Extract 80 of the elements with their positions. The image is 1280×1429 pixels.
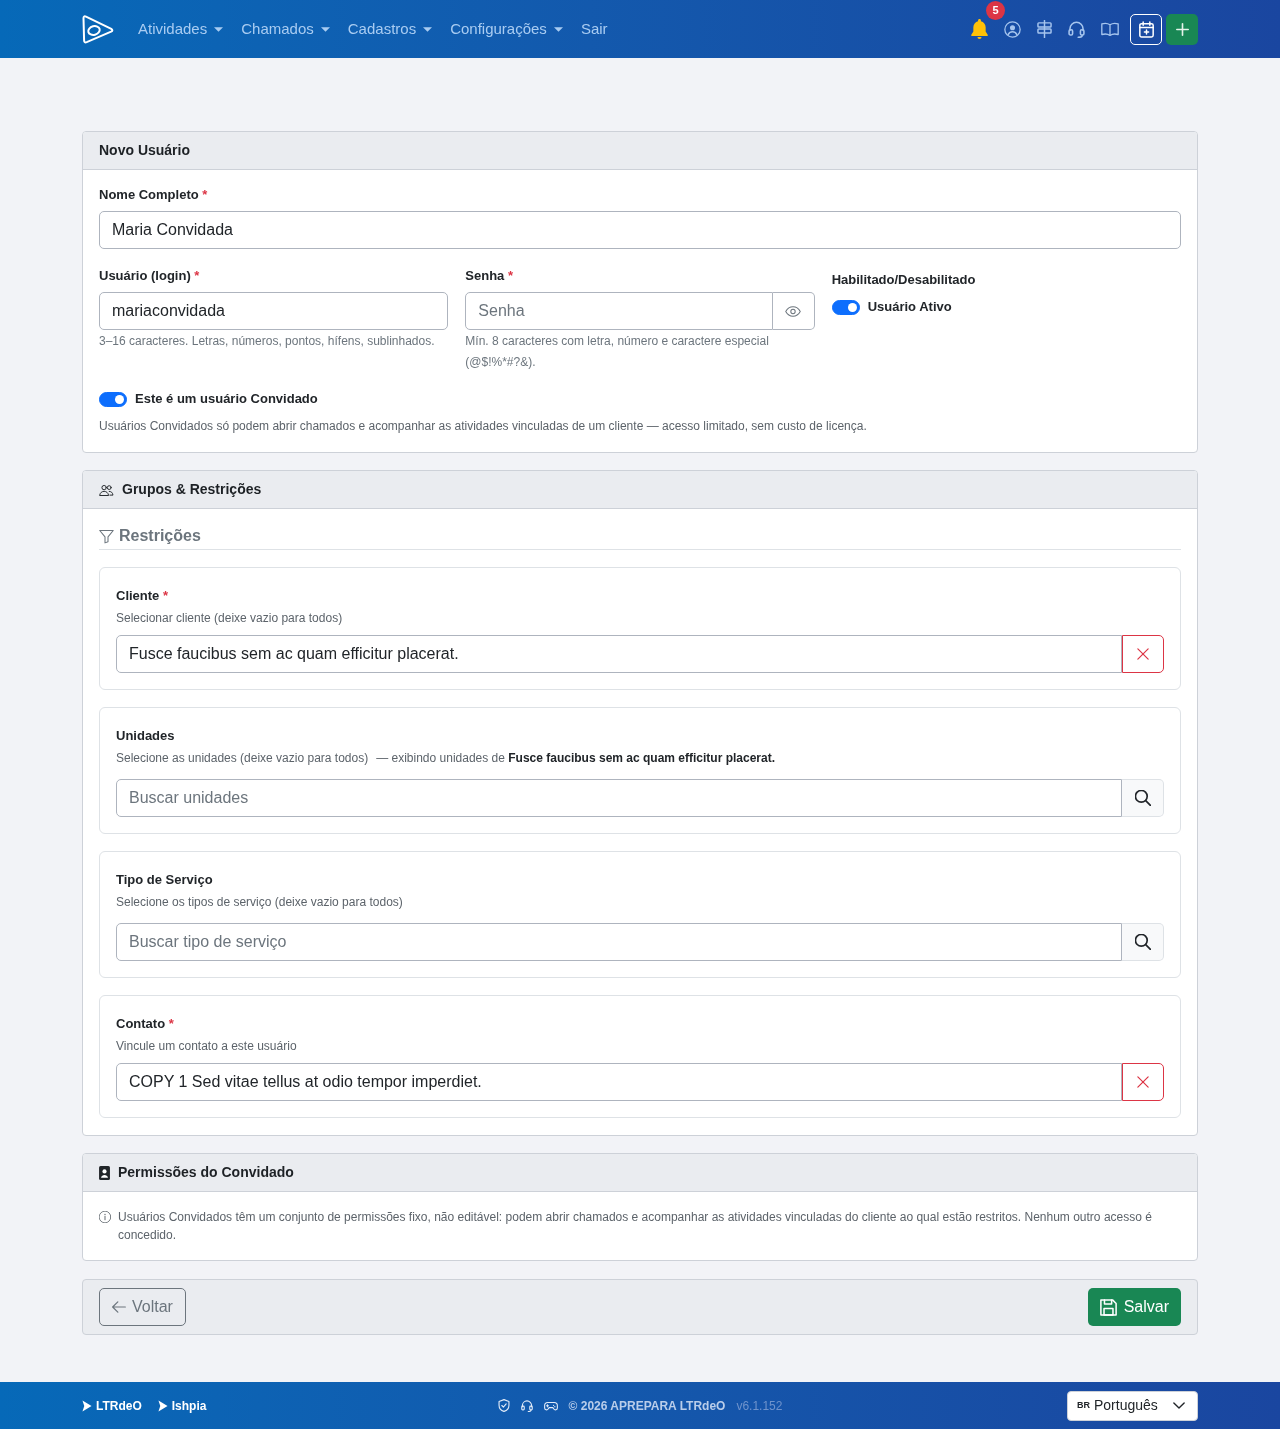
shield-check-icon[interactable] (497, 1399, 510, 1412)
text-field[interactable]: Maria Convidada (99, 211, 1181, 249)
field-hint: Selecionar cliente (deixe vazio para todos) (116, 611, 343, 625)
menu-item[interactable]: Configurações (450, 19, 563, 39)
headset-icon[interactable] (520, 1399, 533, 1412)
toggle-switch[interactable] (99, 391, 127, 407)
field-hint: Selecione as unidades (deixe vazio para todos) (116, 751, 369, 765)
chevron-down-icon (1173, 1402, 1185, 1409)
close-icon (1137, 648, 1149, 660)
text-field[interactable]: mariaconvidada (99, 292, 449, 330)
field-label: Tipo de Serviço (116, 872, 214, 888)
search-icon (1134, 934, 1151, 950)
back-button[interactable]: Voltar (99, 1288, 186, 1326)
user-circle-icon[interactable] (1004, 20, 1021, 38)
save-button[interactable]: Salvar (1087, 1288, 1181, 1326)
book-icon[interactable] (1101, 21, 1119, 37)
calendar-plus-icon (1138, 20, 1154, 38)
help-text: 3–16 caracteres. Letras, números, pontos, hífens, sublinhados. (99, 333, 436, 350)
text-field[interactable]: Buscar tipo de serviço (116, 923, 1122, 961)
gamepad-icon[interactable] (543, 1400, 558, 1411)
footer-link[interactable]: Ishpia (157, 1396, 207, 1415)
caret-icon (214, 26, 224, 32)
toggle-label: Este é um usuário Convidado (135, 390, 318, 409)
card-title: Novo Usuário (99, 141, 190, 160)
funnel-icon (99, 528, 114, 544)
arrow-left-icon (112, 1301, 126, 1313)
notification-badge: 5 (986, 1, 1005, 20)
menu-item[interactable]: Chamados (241, 19, 330, 39)
field-label: Senha * (465, 268, 515, 284)
info-text: Usuários Convidados têm um conjunto de permissões fixo, não editável: podem abrir chamados e acompanhar as atividades vinculadas do cliente ao qual estão restritos. Nenhum outro acesso é concedido. (118, 1209, 1153, 1244)
caret-icon (320, 26, 330, 32)
bell-icon[interactable] (971, 19, 988, 39)
plus-icon (1175, 22, 1189, 36)
play-icon (82, 1399, 92, 1412)
menu-item[interactable]: Cadastros (347, 19, 433, 39)
text-field[interactable]: Senha (465, 292, 773, 330)
text-field[interactable]: Buscar unidades (116, 779, 1122, 817)
menu-item[interactable]: Sair (580, 19, 608, 39)
toggle-label: Usuário Ativo (867, 298, 952, 317)
add-button[interactable] (1166, 13, 1198, 45)
copyright-text: © 2026 APREPARA LTRdeO (568, 1397, 726, 1415)
search-button[interactable] (1122, 779, 1164, 817)
caret-icon (553, 26, 563, 32)
logo-icon[interactable] (82, 13, 115, 45)
menu-item[interactable]: Atividades (138, 19, 224, 39)
field-label: Habilitado/Desabilitado (831, 272, 977, 288)
section-title: Restrições (119, 526, 201, 546)
clear-button[interactable] (1122, 635, 1164, 673)
clear-button[interactable] (1122, 1063, 1164, 1101)
caret-icon (423, 26, 433, 32)
field-hint: Vincule um contato a este usuário (116, 1039, 297, 1053)
card-title: Grupos & Restrições (122, 480, 262, 499)
card-title: Permissões do Convidado (118, 1163, 294, 1182)
search-button[interactable] (1122, 923, 1164, 961)
footer-link[interactable]: LTRdeO (82, 1396, 142, 1415)
field-label: Usuário (login) * (99, 268, 201, 284)
play-icon (157, 1399, 168, 1412)
version-text: v6.1.152 (736, 1397, 783, 1415)
headset-icon[interactable] (1068, 20, 1085, 38)
field-hint: Selecione os tipos de serviço (deixe vazio para todos) (116, 895, 403, 909)
calendar-button[interactable] (1130, 13, 1162, 45)
language-select[interactable]: BR Português (1067, 1390, 1198, 1421)
id-badge-icon (99, 1165, 110, 1180)
hint-context: — exibindo unidades de Fusce faucibus sem ac quam efficitur placerat. (376, 751, 776, 765)
close-icon (1137, 1076, 1149, 1088)
field-label: Contato * (116, 1016, 175, 1032)
people-icon (99, 483, 114, 496)
field-label: Unidades (116, 728, 176, 744)
help-text: Mín. 8 caracteres com letra, número e caractere especial (@$!%*#?&). (465, 333, 770, 371)
field-label: Nome Completo * (99, 187, 209, 203)
text-field[interactable]: COPY 1 Sed vitae tellus at odio tempor imperdiet. (116, 1063, 1122, 1101)
info-icon (99, 1211, 111, 1223)
search-icon (1134, 790, 1151, 806)
description-text: Usuários Convidados só podem abrir chamados e acompanhar as atividades vinculadas de um cliente — acesso limitado, sem custo de licença. (99, 418, 868, 435)
toggle-switch[interactable] (831, 299, 860, 315)
field-label: Cliente * (116, 588, 170, 604)
show-password-button[interactable] (772, 292, 815, 330)
text-field[interactable]: Fusce faucibus sem ac quam efficitur placerat. (116, 635, 1122, 673)
eye-icon (785, 305, 802, 317)
signpost-icon[interactable] (1037, 20, 1052, 38)
